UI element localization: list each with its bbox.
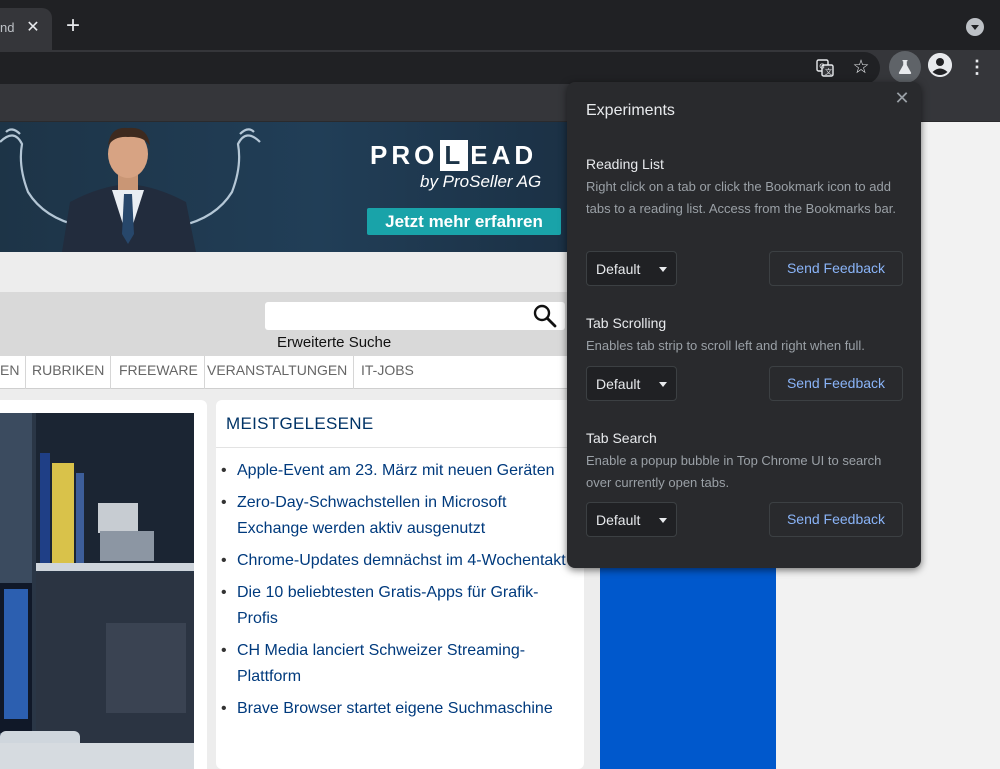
chrome-menu-icon[interactable]: ⋮ <box>964 54 990 80</box>
tab-scrolling-feedback-button[interactable]: Send Feedback <box>769 366 903 401</box>
reading-list-state-select[interactable]: Default <box>586 251 677 286</box>
chevron-down-icon <box>659 518 667 523</box>
banner-brand-pre: PRO <box>370 140 439 170</box>
sidebar-ad[interactable] <box>600 562 776 769</box>
news-item[interactable]: Chrome-Updates demnächst im 4-Wochentakt <box>221 548 576 574</box>
businessman-illustration <box>0 127 261 252</box>
nav-item-rubriken[interactable]: RUBRIKEN <box>26 356 112 389</box>
banner-brand: PRO L EAD <box>370 140 537 171</box>
svg-text:G: G <box>819 63 824 71</box>
experiments-title: Experiments <box>586 102 675 119</box>
feature-reading-list: Reading List Right click on a tab or cli… <box>586 156 906 220</box>
news-item[interactable]: Zero-Day-Schwachstellen in Microsoft Exc… <box>221 490 576 542</box>
toolbar: G 文 ☆ ⋮ <box>0 50 1000 86</box>
tab-strip: nd ✕ + <box>0 0 1000 50</box>
nav-item-freeware[interactable]: FREEWARE <box>113 356 205 389</box>
most-read-title: MEISTGELESENE <box>226 414 374 433</box>
new-tab-button[interactable]: + <box>62 14 84 38</box>
news-item[interactable]: Die 10 beliebtesten Gratis-Apps für Graf… <box>221 580 576 632</box>
experiments-popup: Experiments ✕ Reading List Right click o… <box>567 82 921 568</box>
nav-item-it-jobs[interactable]: IT-JOBS <box>355 356 420 389</box>
active-tab[interactable]: nd ✕ <box>0 8 52 50</box>
site-nav: EN RUBRIKEN FREEWARE VERANSTALTUNGEN IT-… <box>0 356 600 389</box>
feature-description: Right click on a tab or click the Bookma… <box>586 179 896 216</box>
feature-title: Reading List <box>586 156 664 172</box>
tab-search-feedback-button[interactable]: Send Feedback <box>769 502 903 537</box>
nav-item-en[interactable]: EN <box>0 356 27 389</box>
nav-item-veranstaltungen[interactable]: VERANSTALTUNGEN <box>201 356 355 389</box>
feature-description: Enables tab strip to scroll left and rig… <box>586 338 865 353</box>
profile-avatar-icon[interactable] <box>928 53 952 77</box>
feature-title: Tab Search <box>586 430 657 446</box>
search-icon[interactable] <box>533 304 557 328</box>
tab-close-icon[interactable]: ✕ <box>24 19 42 37</box>
translate-icon[interactable]: G 文 <box>812 55 838 81</box>
proLead-banner-ad[interactable]: PRO L EAD by ProSeller AG Jetzt mehr erfah… <box>0 122 580 252</box>
banner-brand-post: EAD <box>470 140 538 170</box>
select-value: Default <box>596 261 641 277</box>
desk-shelf-photo <box>0 413 194 769</box>
select-value: Default <box>596 376 641 392</box>
labs-flask-icon[interactable] <box>889 51 921 83</box>
news-item[interactable]: Brave Browser startet eigene Suchmaschin… <box>221 696 576 722</box>
feature-title: Tab Scrolling <box>586 315 667 331</box>
tab-search-icon[interactable] <box>966 18 984 36</box>
search-area: Erweiterte Suche <box>0 292 600 356</box>
tab-search-state-select[interactable]: Default <box>586 502 677 537</box>
reading-list-feedback-button[interactable]: Send Feedback <box>769 251 903 286</box>
svg-text:文: 文 <box>825 67 832 76</box>
news-item[interactable]: Apple-Event am 23. März mit neuen Geräte… <box>221 458 576 484</box>
divider <box>216 447 584 448</box>
tab-title: nd <box>0 20 15 35</box>
banner-subtitle: by ProSeller AG <box>420 172 542 191</box>
close-icon[interactable]: ✕ <box>893 89 911 107</box>
feature-tab-scrolling: Tab Scrolling Enables tab strip to scrol… <box>586 315 906 357</box>
address-bar[interactable] <box>0 52 880 84</box>
tab-scrolling-state-select[interactable]: Default <box>586 366 677 401</box>
chevron-down-icon <box>659 382 667 387</box>
feature-description: Enable a popup bubble in Top Chrome UI t… <box>586 453 882 490</box>
most-read-list: Apple-Event am 23. März mit neuen Geräte… <box>221 458 576 728</box>
site-search-input[interactable] <box>265 302 565 330</box>
chevron-down-icon <box>659 267 667 272</box>
feature-tab-search: Tab Search Enable a popup bubble in Top … <box>586 430 906 494</box>
news-item[interactable]: CH Media lanciert Schweizer Streaming-Pl… <box>221 638 576 690</box>
banner-cta-button[interactable]: Jetzt mehr erfahren <box>367 208 561 235</box>
advanced-search-link[interactable]: Erweiterte Suche <box>277 334 391 351</box>
most-read-card: MEISTGELESENE Apple-Event am 23. März mi… <box>216 400 584 769</box>
article-photo[interactable] <box>0 413 194 769</box>
banner-brand-l: L <box>440 140 469 171</box>
select-value: Default <box>596 512 641 528</box>
bookmark-star-icon[interactable]: ☆ <box>848 54 874 80</box>
